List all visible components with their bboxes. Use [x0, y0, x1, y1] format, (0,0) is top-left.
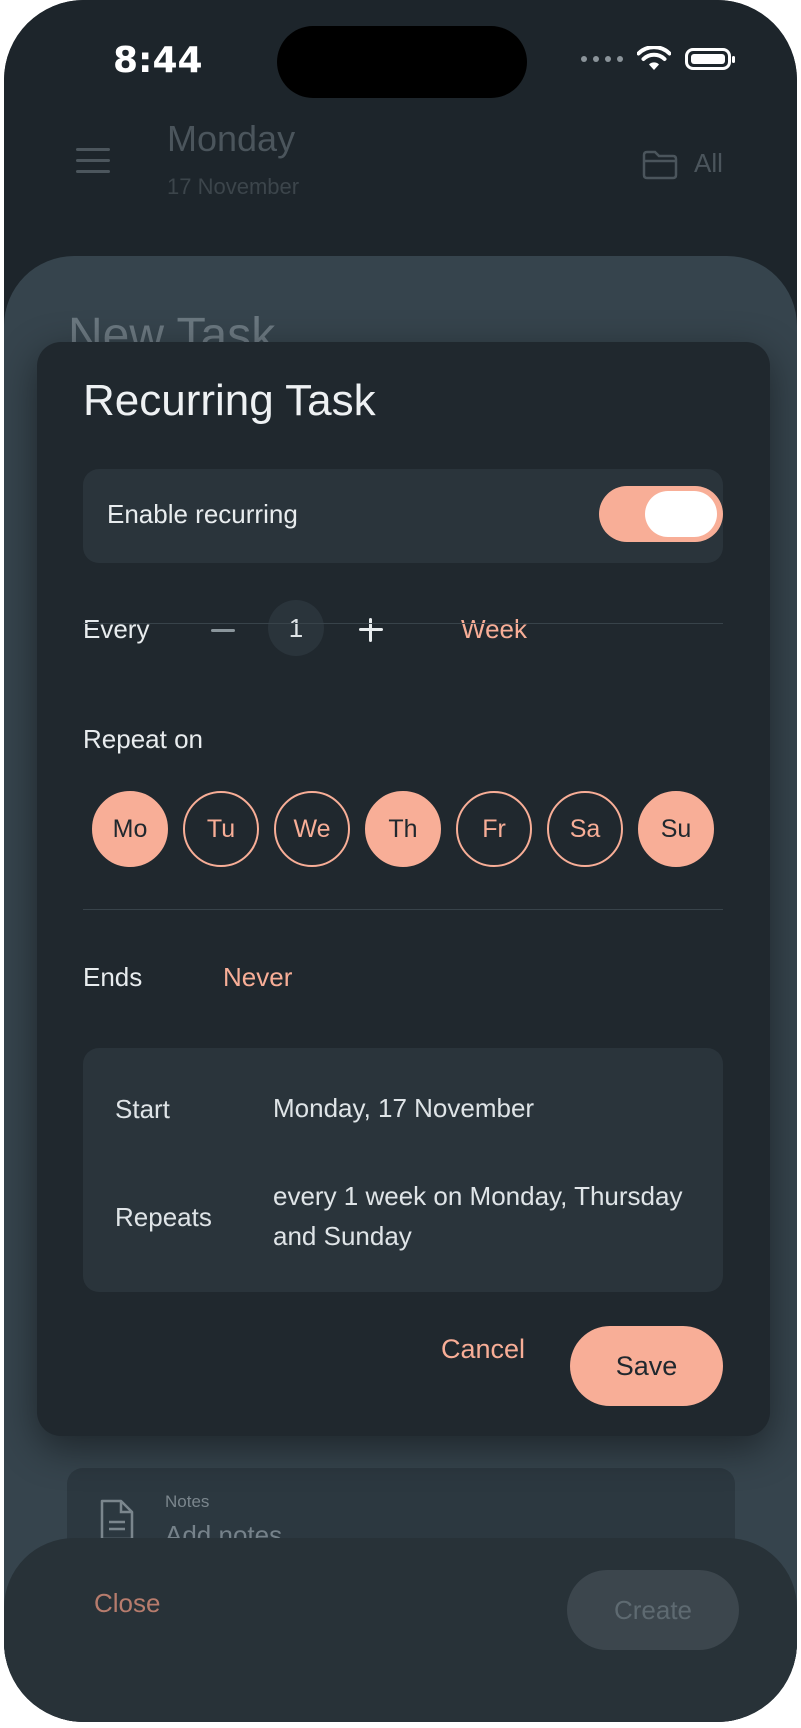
create-button[interactable]: Create	[567, 1570, 739, 1650]
save-button[interactable]: Save	[570, 1326, 723, 1406]
battery-icon	[685, 48, 735, 70]
phone-frame: 8:44 Monday 17 November All New Task Not…	[4, 0, 797, 1722]
signal-icon	[581, 56, 623, 62]
recurring-task-dialog: Recurring Task Enable recurring Every 1 …	[37, 342, 770, 1436]
start-value: Monday, 17 November	[273, 1093, 535, 1123]
dialog-title: Recurring Task	[83, 376, 376, 425]
day-title: Monday	[167, 118, 296, 159]
app-header: Monday 17 November All	[4, 110, 797, 230]
day-toggle-monday[interactable]: Mo	[92, 791, 168, 867]
ends-selector[interactable]: Never	[223, 962, 292, 993]
interval-value: 1	[268, 600, 324, 656]
folder-filter-label[interactable]: All	[694, 148, 723, 179]
weekday-selector: Mo Tu We Th Fr Sa Su	[92, 791, 722, 871]
interval-row: Every 1 Week	[83, 594, 723, 664]
day-toggle-sunday[interactable]: Su	[638, 791, 714, 867]
folder-icon[interactable]	[642, 150, 678, 180]
notes-label: Notes	[165, 1492, 210, 1511]
day-subtitle: 17 November	[167, 174, 300, 199]
toggle-knob	[645, 491, 717, 537]
wifi-icon	[637, 46, 671, 70]
day-toggle-friday[interactable]: Fr	[456, 791, 532, 867]
notes-icon	[100, 1499, 134, 1541]
day-toggle-saturday[interactable]: Sa	[547, 791, 623, 867]
status-time: 8:44	[113, 40, 203, 81]
every-label: Every	[83, 614, 150, 644]
start-key: Start	[115, 1094, 170, 1124]
enable-recurring-toggle[interactable]	[599, 486, 723, 542]
divider	[83, 623, 723, 624]
increment-button[interactable]	[351, 610, 391, 650]
divider	[83, 909, 723, 910]
dynamic-island	[277, 26, 527, 98]
decrement-button[interactable]	[201, 610, 241, 650]
day-toggle-wednesday[interactable]: We	[274, 791, 350, 867]
day-toggle-thursday[interactable]: Th	[365, 791, 441, 867]
status-icons	[581, 46, 735, 72]
repeats-key: Repeats	[115, 1202, 212, 1232]
menu-icon[interactable]	[76, 148, 110, 181]
status-bar: 8:44	[4, 0, 797, 120]
recurrence-summary: Start Monday, 17 November Repeats every …	[83, 1048, 723, 1292]
enable-recurring-row: Enable recurring	[83, 469, 723, 563]
repeats-value: every 1 week on Monday, Thursday and Sun…	[273, 1181, 683, 1251]
interval-unit-selector[interactable]: Week	[461, 614, 527, 645]
sheet-bottom-bar: Close Create	[4, 1538, 797, 1722]
enable-recurring-label: Enable recurring	[107, 499, 298, 529]
repeat-on-label: Repeat on	[83, 724, 203, 754]
day-toggle-tuesday[interactable]: Tu	[183, 791, 259, 867]
close-button[interactable]: Close	[94, 1588, 160, 1619]
ends-label: Ends	[83, 962, 143, 992]
cancel-button[interactable]: Cancel	[441, 1334, 525, 1365]
